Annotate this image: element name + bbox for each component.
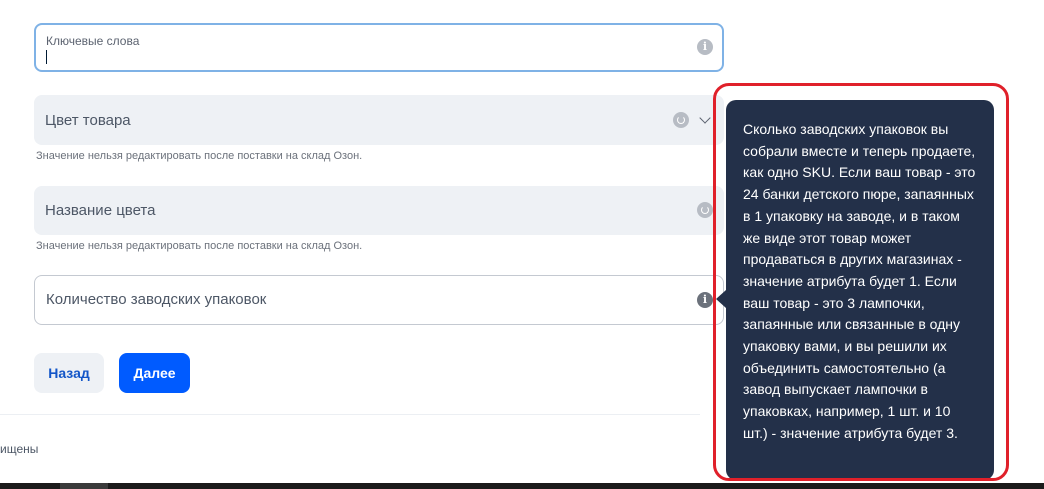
sync-icon [697,202,713,218]
back-button[interactable]: Назад [34,353,104,393]
product-color-placeholder: Цвет товара [45,112,131,129]
color-name-field[interactable]: Название цвета [34,186,724,235]
text-caret [46,50,47,64]
color-name-hint: Значение нельзя редактировать после пост… [36,240,363,252]
footer-text: ищены [0,442,39,456]
next-button[interactable]: Далее [119,353,190,393]
divider [0,414,700,415]
color-name-placeholder: Название цвета [45,202,156,219]
info-icon[interactable]: i [697,292,713,308]
product-color-select[interactable]: Цвет товара [34,95,724,145]
product-color-hint: Значение нельзя редактировать после пост… [36,150,363,162]
sync-icon [673,112,689,128]
chevron-down-icon[interactable] [699,112,711,124]
bottom-bar [0,483,1044,489]
keywords-label: Ключевые слова [46,34,140,48]
factory-packages-field[interactable]: Количество заводских упаковок i [34,275,724,325]
factory-packages-placeholder: Количество заводских упаковок [46,291,267,308]
bottom-bar-segment [60,483,108,489]
keywords-field[interactable]: Ключевые слова i [34,23,724,72]
product-form-page: Ключевые слова i Цвет товара Значение не… [0,0,1044,489]
info-icon[interactable]: i [697,39,713,55]
annotation-highlight [713,83,1009,481]
